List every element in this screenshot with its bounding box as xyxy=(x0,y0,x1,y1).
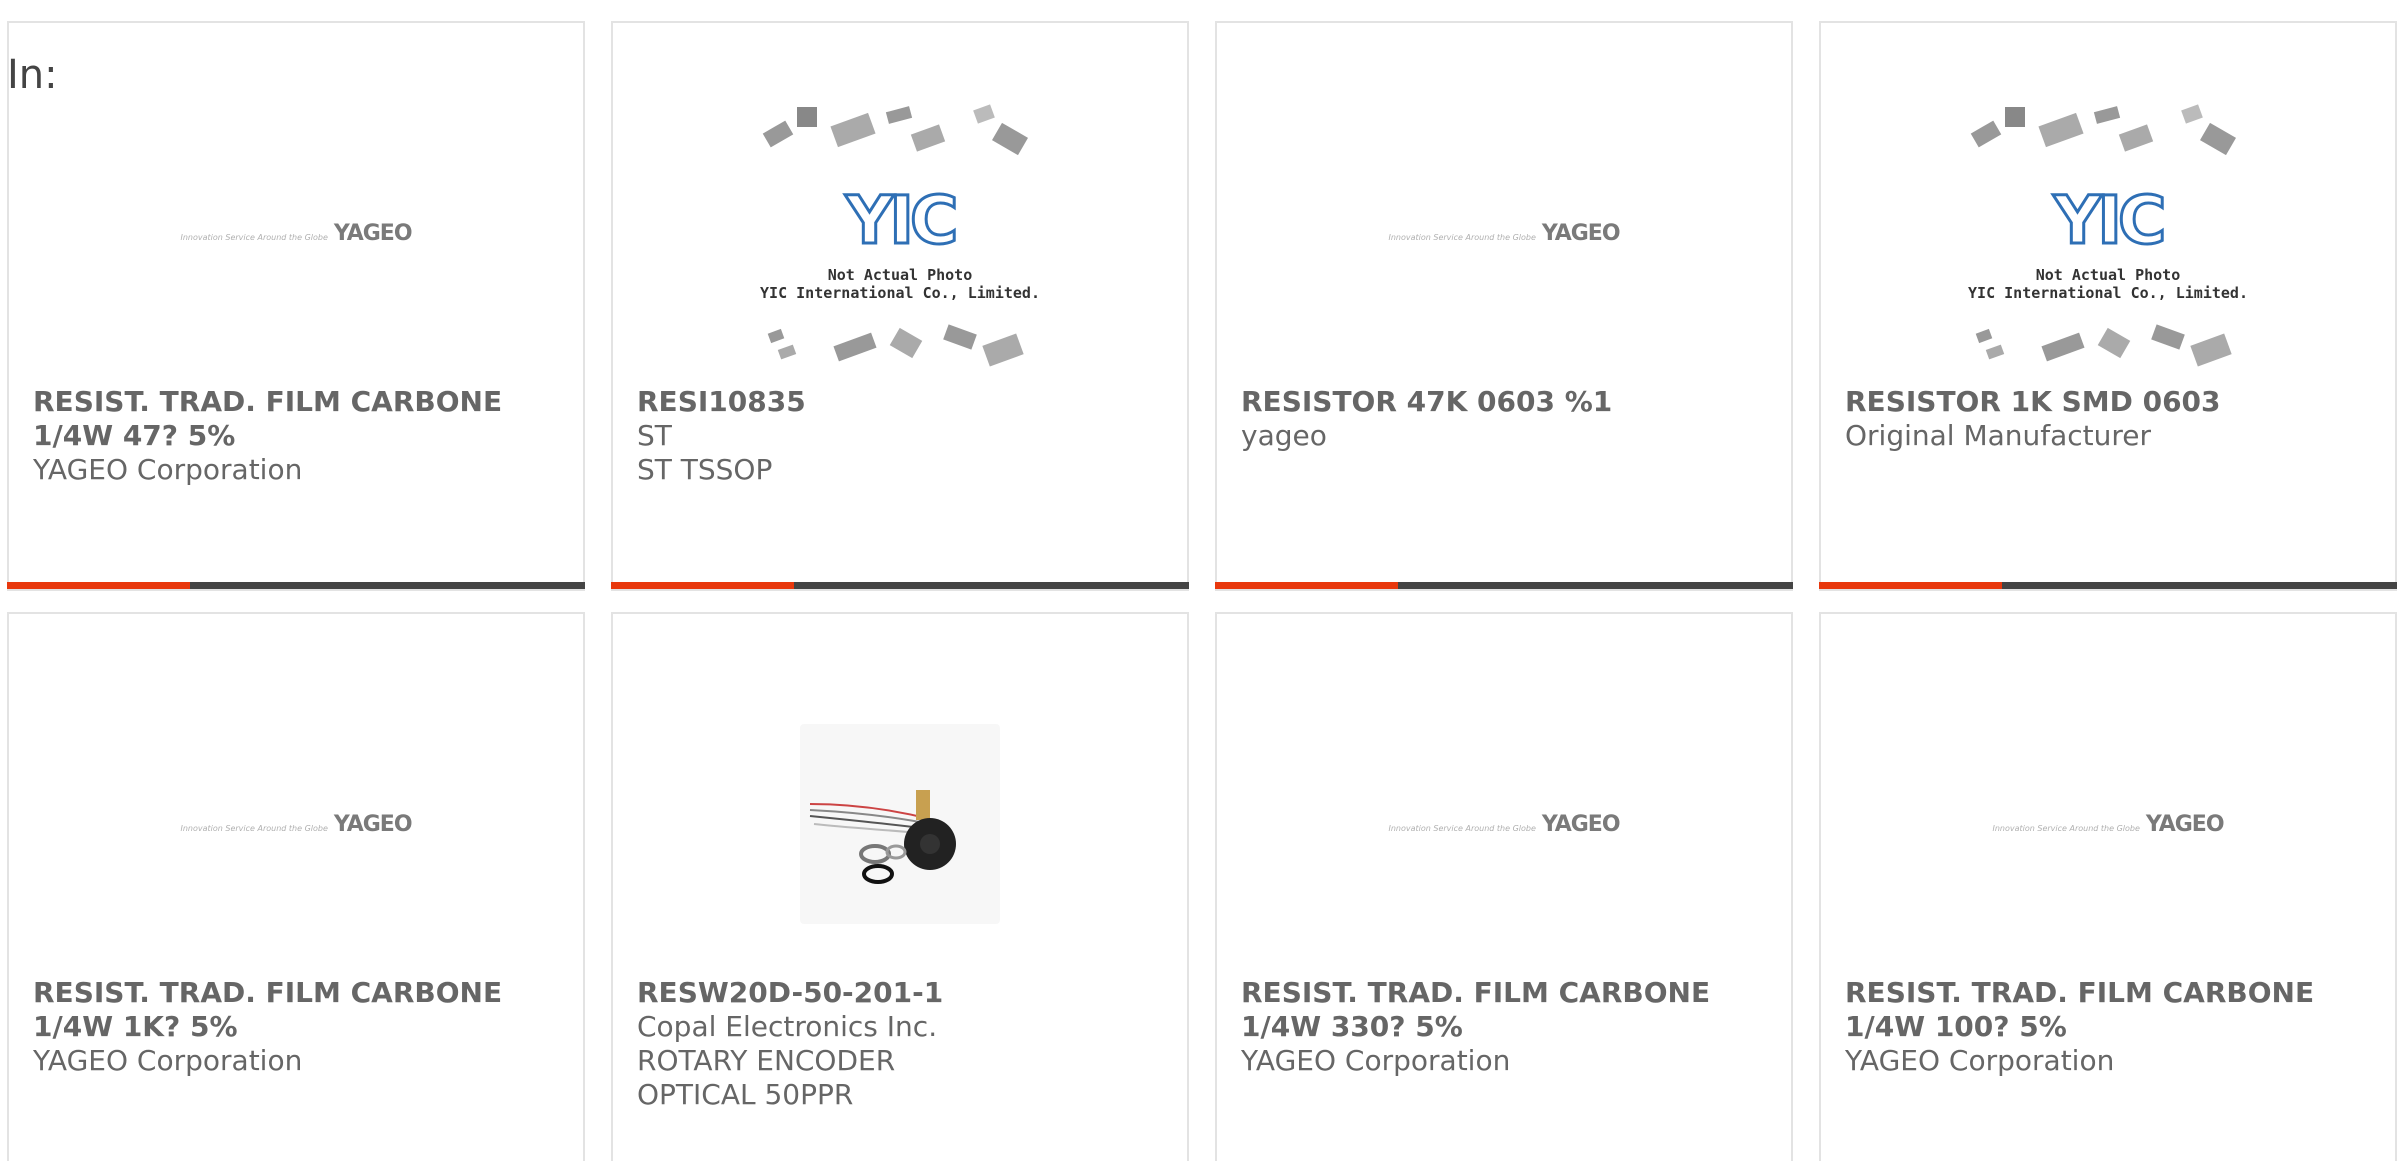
card-bar xyxy=(1819,582,2397,589)
yic-caption-line: YIC International Co., Limited. xyxy=(760,284,1040,302)
product-image[interactable]: Innovation Service Around the Globe YAGE… xyxy=(1217,684,1791,964)
product-image[interactable]: YIC Not Actual Photo YIC International C… xyxy=(613,93,1187,373)
yageo-logo: Innovation Service Around the Globe YAGE… xyxy=(180,811,413,837)
yageo-logo: Innovation Service Around the Globe YAGE… xyxy=(1388,220,1621,246)
yageo-brand: YAGEO xyxy=(1541,220,1621,246)
product-image[interactable]: YIC Not Actual Photo YIC International C… xyxy=(1821,93,2395,373)
card-bar-accent xyxy=(1215,582,1398,589)
card-bar xyxy=(1215,582,1793,589)
yic-caption-line: Not Actual Photo xyxy=(827,266,973,284)
yic-caption-line: Not Actual Photo xyxy=(2035,266,2181,284)
product-description: ST TSSOP xyxy=(637,453,773,486)
product-description: ROTARY ENCODER OPTICAL 50PPR xyxy=(637,1044,896,1111)
product-title[interactable]: RESIST. TRAD. FILM CARBONE 1/4W 330? 5% xyxy=(1241,976,1767,1044)
product-title[interactable]: RESISTOR 47K 0603 %1 xyxy=(1241,385,1767,419)
product-manufacturer: ST xyxy=(637,419,672,452)
yageo-tagline: Innovation Service Around the Globe xyxy=(180,232,328,242)
product-title[interactable]: RESIST. TRAD. FILM CARBONE 1/4W 100? 5% xyxy=(1845,976,2371,1044)
yageo-brand: YAGEO xyxy=(2145,811,2225,837)
product-manufacturer: YAGEO Corporation xyxy=(1241,1044,1511,1077)
in-label: In: xyxy=(7,52,58,98)
product-card[interactable]: YIC Not Actual Photo YIC International C… xyxy=(1819,21,2397,591)
chip-icons xyxy=(762,104,1028,156)
product-card[interactable]: Innovation Service Around the Globe YAGE… xyxy=(1215,21,1793,591)
yic-caption: Not Actual Photo YIC International Co., … xyxy=(755,266,1045,302)
product-image[interactable]: Innovation Service Around the Globe YAGE… xyxy=(1821,684,2395,964)
yageo-tagline: Innovation Service Around the Globe xyxy=(1992,823,2140,833)
chip-icons xyxy=(1970,104,2236,156)
card-bar xyxy=(611,582,1189,589)
product-manufacturer: Original Manufacturer xyxy=(1845,419,2152,452)
product-manufacturer: yageo xyxy=(1241,419,1327,452)
product-card[interactable]: Innovation Service Around the Globe YAGE… xyxy=(1819,612,2397,1161)
yageo-tagline: Innovation Service Around the Globe xyxy=(1388,232,1536,242)
product-title[interactable]: RESIST. TRAD. FILM CARBONE 1/4W 47? 5% xyxy=(33,385,559,453)
yageo-brand: YAGEO xyxy=(1541,811,1621,837)
product-card[interactable]: RESW20D-50-201-1 Copal Electronics Inc. … xyxy=(611,612,1189,1161)
product-manufacturer: YAGEO Corporation xyxy=(1845,1044,2115,1077)
yic-caption-line: YIC International Co., Limited. xyxy=(1968,284,2248,302)
rotary-encoder-icon xyxy=(809,790,956,884)
product-title[interactable]: RESIST. TRAD. FILM CARBONE 1/4W 1K? 5% xyxy=(33,976,559,1044)
product-title[interactable]: RESI10835 xyxy=(637,385,1163,419)
yic-placeholder-image: YIC Not Actual Photo YIC International C… xyxy=(755,93,1045,373)
yageo-logo: Innovation Service Around the Globe YAGE… xyxy=(180,220,413,246)
chip-icons xyxy=(1975,324,2232,367)
yageo-logo: Innovation Service Around the Globe YAGE… xyxy=(1992,811,2225,837)
card-bar xyxy=(7,582,585,589)
rotary-encoder-photo xyxy=(800,724,1000,924)
product-card[interactable]: Innovation Service Around the Globe YAGE… xyxy=(1215,612,1793,1161)
yageo-brand: YAGEO xyxy=(333,811,413,837)
yic-logo: YIC xyxy=(844,182,960,259)
product-image[interactable] xyxy=(613,684,1187,964)
yic-logo: YIC xyxy=(2052,182,2168,259)
chip-icons xyxy=(767,324,1024,367)
product-card[interactable]: Innovation Service Around the Globe YAGE… xyxy=(7,21,585,591)
product-card[interactable]: Innovation Service Around the Globe YAGE… xyxy=(7,612,585,1161)
product-manufacturer: Copal Electronics Inc. xyxy=(637,1010,938,1043)
product-manufacturer: YAGEO Corporation xyxy=(33,1044,303,1077)
product-image[interactable]: Innovation Service Around the Globe YAGE… xyxy=(9,93,583,373)
product-manufacturer: YAGEO Corporation xyxy=(33,453,303,486)
product-image[interactable]: Innovation Service Around the Globe YAGE… xyxy=(1217,93,1791,373)
card-bar-accent xyxy=(7,582,190,589)
product-card[interactable]: YIC Not Actual Photo YIC International C… xyxy=(611,21,1189,591)
card-bar-accent xyxy=(1819,582,2002,589)
yageo-brand: YAGEO xyxy=(333,220,413,246)
yic-caption: Not Actual Photo YIC International Co., … xyxy=(1963,266,2253,302)
yageo-tagline: Innovation Service Around the Globe xyxy=(180,823,328,833)
product-title[interactable]: RESW20D-50-201-1 xyxy=(637,976,1007,1010)
yic-placeholder-image: YIC Not Actual Photo YIC International C… xyxy=(1963,93,2253,373)
product-title[interactable]: RESISTOR 1K SMD 0603 xyxy=(1845,385,2371,419)
product-image[interactable]: Innovation Service Around the Globe YAGE… xyxy=(9,684,583,964)
card-bar-accent xyxy=(611,582,794,589)
yageo-logo: Innovation Service Around the Globe YAGE… xyxy=(1388,811,1621,837)
yageo-tagline: Innovation Service Around the Globe xyxy=(1388,823,1536,833)
